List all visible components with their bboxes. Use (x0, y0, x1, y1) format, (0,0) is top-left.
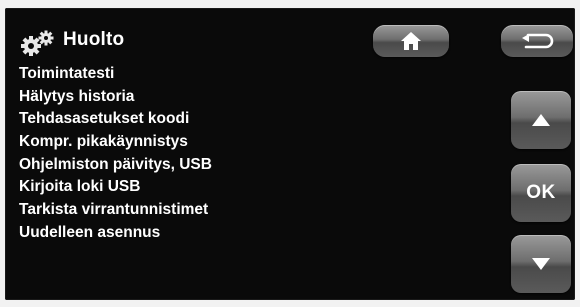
scroll-up-button[interactable] (511, 91, 571, 149)
back-button[interactable] (501, 25, 573, 57)
menu-item-check-current-sensors[interactable]: Tarkista virrantunnistimet (19, 199, 212, 222)
menu-item-function-test[interactable]: Toimintatesti (19, 63, 212, 86)
menu-item-write-log-usb[interactable]: Kirjoita loki USB (19, 176, 212, 199)
home-button[interactable] (373, 25, 449, 57)
gears-icon (21, 30, 54, 56)
service-menu: Toimintatesti Hälytys historia Tehdasase… (19, 63, 212, 245)
page-title: Huolto (63, 29, 125, 50)
menu-item-factory-settings-code[interactable]: Tehdasasetukset koodi (19, 108, 212, 131)
menu-item-alarm-history[interactable]: Hälytys historia (19, 86, 212, 109)
menu-item-reinstall[interactable]: Uudelleen asennus (19, 222, 212, 245)
display-screen: Huolto Toimintatesti Hälytys historia Te… (5, 8, 575, 300)
menu-item-compressor-quick-start[interactable]: Kompr. pikakäynnistys (19, 131, 212, 154)
ok-label: OK (526, 182, 556, 203)
arrow-down-icon (532, 258, 550, 270)
ok-button[interactable]: OK (511, 164, 571, 222)
menu-item-software-update-usb[interactable]: Ohjelmiston päivitys, USB (19, 154, 212, 177)
back-arrow-icon (522, 33, 554, 49)
device-bezel: Huolto Toimintatesti Hälytys historia Te… (0, 0, 580, 307)
scroll-down-button[interactable] (511, 235, 571, 293)
arrow-up-icon (532, 114, 550, 126)
home-icon (401, 32, 421, 50)
